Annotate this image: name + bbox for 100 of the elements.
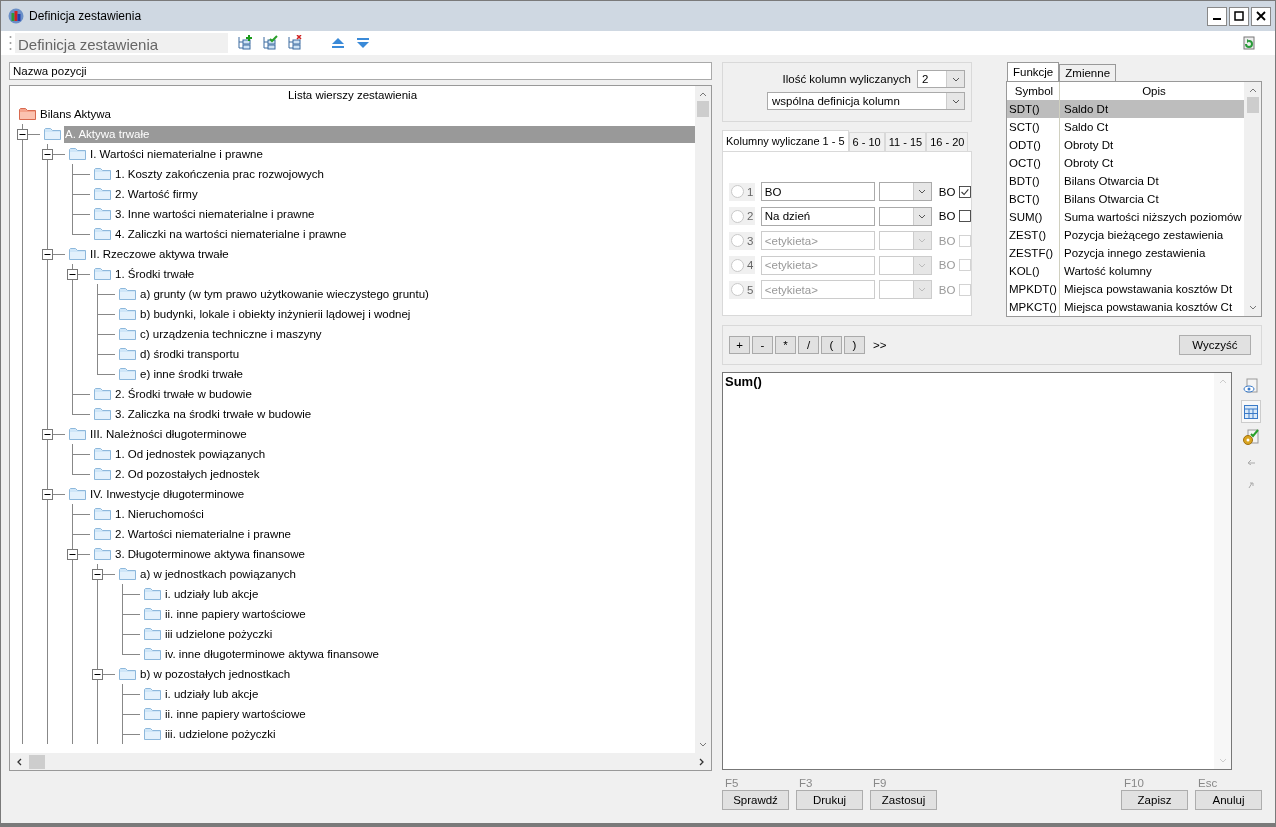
close-button[interactable] (1251, 6, 1271, 26)
tab[interactable]: 6 - 10 (848, 132, 885, 151)
tab[interactable]: 11 - 15 (884, 132, 927, 151)
operator-button[interactable]: - (752, 336, 773, 354)
tree-item[interactable]: 3. Długoterminowe aktywa finansowe (114, 545, 695, 563)
horizontal-scrollbar[interactable] (10, 753, 711, 770)
scroll-thumb[interactable] (1246, 97, 1259, 113)
function-row[interactable]: SDT() Saldo Dt (1007, 100, 1244, 118)
collapse-icon[interactable] (67, 549, 78, 560)
collapse-icon[interactable] (17, 129, 28, 140)
tree-item[interactable]: Bilans Aktywa (39, 105, 695, 123)
redo-icon[interactable] (1247, 481, 1255, 489)
scroll-thumb[interactable] (697, 101, 709, 117)
collapse-icon[interactable] (42, 249, 53, 260)
undo-icon[interactable] (1246, 457, 1256, 465)
tab[interactable]: Kolumny wyliczane 1 - 5 (722, 130, 849, 151)
tree-item[interactable]: 3. Zaliczka na środki trwałe w budowie (114, 405, 695, 423)
operator-button[interactable]: ) (844, 336, 865, 354)
tab[interactable]: 16 - 20 (926, 132, 969, 151)
tree-item[interactable]: 4. Zaliczki na wartości niematerialne i prawne (114, 225, 695, 243)
tree-item[interactable]: ii. inne papiery wartościowe (164, 605, 695, 623)
scrollbar[interactable] (695, 86, 711, 753)
collapse-icon[interactable] (92, 669, 103, 680)
formula-editor[interactable]: Sum() (722, 372, 1232, 770)
tree-item[interactable]: b) budynki, lokale i obiekty inżynierii lądowej i wodnej (139, 305, 695, 323)
column-header[interactable]: Opis (1060, 82, 1244, 100)
function-row[interactable]: BDT() Bilans Otwarcia Dt (1007, 172, 1244, 190)
operator-button[interactable]: + (729, 336, 750, 354)
column-type-select[interactable] (878, 182, 932, 202)
tab[interactable]: Zmienne (1059, 64, 1117, 81)
refresh-icon[interactable] (1240, 35, 1257, 51)
function-row[interactable]: ODT() Obroty Dt (1007, 136, 1244, 154)
function-row[interactable]: KOL() Wartość kolumny (1007, 262, 1244, 280)
radio-button[interactable] (731, 209, 744, 223)
scroll-right-icon[interactable] (699, 757, 705, 766)
tree-item[interactable]: d) środki transportu (139, 345, 695, 363)
action-button[interactable]: Sprawdź (722, 790, 789, 810)
checkbox[interactable] (959, 209, 971, 224)
function-row[interactable]: ZEST() Pozycja bieżącego zestawienia (1007, 226, 1244, 244)
collapse-icon[interactable] (42, 149, 53, 160)
scroll-down-icon[interactable] (1248, 305, 1257, 311)
scrollbar[interactable] (1244, 82, 1261, 316)
action-button[interactable]: Anuluj (1195, 790, 1262, 810)
tree-item[interactable]: 1. Nieruchomości (114, 505, 695, 523)
scroll-thumb[interactable] (29, 754, 45, 769)
function-row[interactable]: SUM() Suma wartości niższych poziomów (1007, 208, 1244, 226)
tab[interactable]: Funkcje (1007, 62, 1060, 81)
function-row[interactable]: SCT() Saldo Ct (1007, 118, 1244, 136)
tree-item[interactable]: b) w pozostałych jednostkach (139, 665, 695, 683)
tree-item[interactable]: e) inne środki trwałe (139, 365, 695, 383)
scroll-up-icon[interactable] (699, 91, 707, 97)
collapse-icon[interactable] (42, 429, 53, 440)
tree-item[interactable]: a) grunty (w tym prawo użytkowanie wieczystego gruntu) (139, 285, 695, 303)
tree-item[interactable]: 1. Od jednostek powiązanych (114, 445, 695, 463)
tree-item[interactable]: iii udzielone pożyczki (164, 625, 695, 643)
radio-button[interactable] (731, 185, 744, 199)
operator-button[interactable]: ( (821, 336, 842, 354)
move-down-icon[interactable] (355, 36, 370, 50)
collapse-icon[interactable] (92, 569, 103, 580)
function-row[interactable]: ZESTF() Pozycja innego zestawienia (1007, 244, 1244, 262)
maximize-button[interactable] (1229, 6, 1249, 26)
operator-button[interactable]: * (775, 336, 796, 354)
tree-item[interactable]: ii. inne papiery wartościowe (164, 705, 695, 723)
tree-item[interactable]: III. Należności długoterminowe (89, 425, 695, 443)
tree-item[interactable]: 3. Inne wartości niematerialne i prawne (114, 205, 695, 223)
view-toggle-button[interactable] (1241, 400, 1261, 423)
tree-item[interactable]: IV. Inwestycje długoterminowe (89, 485, 695, 503)
scroll-left-icon[interactable] (16, 757, 22, 766)
column-label-field[interactable]: BO (760, 182, 875, 202)
tree-item[interactable]: iii. udzielone pożyczki (164, 725, 695, 743)
function-row[interactable]: OCT() Obroty Ct (1007, 154, 1244, 172)
tree-item[interactable]: 2. Wartość firmy (114, 185, 695, 203)
add-row-icon[interactable] (236, 35, 253, 51)
tree-item[interactable]: I. Wartości niematerialne i prawne (89, 145, 695, 163)
function-row[interactable]: MPKCT() Miejsca powstawania kosztów Ct (1007, 298, 1244, 316)
column-type-select[interactable] (878, 206, 932, 226)
delete-row-icon[interactable] (286, 35, 303, 51)
name-field[interactable]: Nazwa pozycji (9, 62, 712, 80)
preview-icon[interactable] (1243, 378, 1259, 394)
action-button[interactable]: Drukuj (796, 790, 863, 810)
tree-item[interactable]: a) w jednostkach powiązanych (139, 565, 695, 583)
move-up-icon[interactable] (330, 36, 345, 50)
scroll-down-icon[interactable] (699, 742, 707, 748)
tree-item[interactable]: i. udziały lub akcje (164, 685, 695, 703)
operator-button[interactable]: / (798, 336, 819, 354)
tree-item[interactable]: i. udziały lub akcje (164, 585, 695, 603)
function-row[interactable]: MPKDT() Miejsca powstawania kosztów Dt (1007, 280, 1244, 298)
columns-count-select[interactable]: 2 (917, 70, 965, 88)
check-row-icon[interactable] (261, 35, 278, 51)
tree-item[interactable]: 2. Od pozostałych jednostek (114, 465, 695, 483)
tree-item[interactable]: 2. Środki trwałe w budowie (114, 385, 695, 403)
checkbox[interactable] (959, 184, 971, 199)
action-button[interactable]: Zapisz (1121, 790, 1188, 810)
column-label-field[interactable]: Na dzień (760, 206, 875, 226)
tree-item[interactable]: iv. inne długoterminowe aktywa finansowe (164, 645, 695, 663)
settings-check-icon[interactable] (1242, 428, 1260, 446)
tree-item[interactable]: 2. Wartości niematerialne i prawne (114, 525, 695, 543)
tree-item[interactable]: c) urządzenia techniczne i maszyny (139, 325, 695, 343)
tree-item[interactable]: 1. Środki trwałe (114, 265, 695, 283)
function-row[interactable]: BCT() Bilans Otwarcia Ct (1007, 190, 1244, 208)
